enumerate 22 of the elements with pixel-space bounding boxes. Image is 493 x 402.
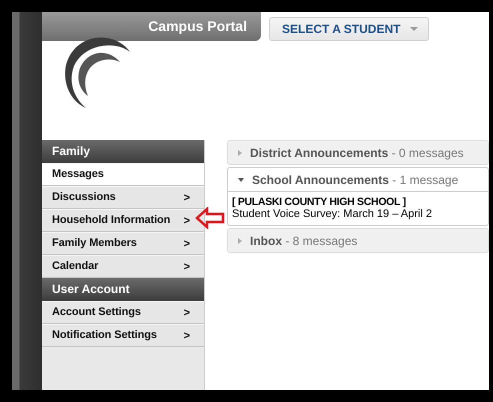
message-link[interactable]: Student Voice Survey: March 19 – April 2 bbox=[232, 208, 484, 220]
student-dropdown[interactable]: SELECT A STUDENT bbox=[269, 17, 430, 41]
panel-header[interactable]: School Announcements - 1 message bbox=[228, 168, 488, 192]
portal-title: Campus Portal bbox=[42, 12, 261, 41]
nav-item[interactable]: Messages bbox=[42, 163, 204, 186]
panel-header[interactable]: District Announcements - 0 messages bbox=[228, 141, 488, 164]
section-header: Family bbox=[42, 140, 204, 163]
chevron-icon: > bbox=[184, 214, 190, 228]
panel-header[interactable]: Inbox - 8 messages bbox=[228, 229, 488, 252]
nav-item[interactable]: Family Members > bbox=[42, 232, 204, 255]
nav-item[interactable]: Notification Settings > bbox=[42, 324, 204, 347]
chevron-icon: > bbox=[184, 191, 190, 205]
chevron-icon: > bbox=[184, 306, 190, 320]
section-header: User Account bbox=[42, 278, 204, 301]
nav-item[interactable]: Calendar > bbox=[42, 255, 204, 278]
chevron-icon: > bbox=[184, 237, 190, 251]
nav-item[interactable]: Household Information > bbox=[42, 209, 204, 232]
school-name: [ PULASKI COUNTY HIGH SCHOOL ] bbox=[232, 196, 407, 208]
chevron-icon: > bbox=[184, 329, 190, 343]
nav-item[interactable]: Account Settings > bbox=[42, 301, 204, 324]
chevron-icon: > bbox=[184, 260, 190, 274]
nav-item[interactable]: Discussions > bbox=[42, 186, 204, 209]
